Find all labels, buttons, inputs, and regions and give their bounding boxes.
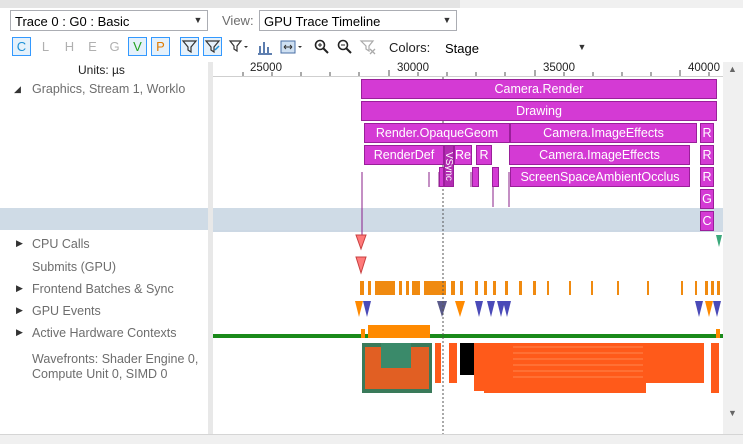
filter-label: E: [88, 39, 97, 54]
block-g[interactable]: G: [700, 189, 714, 209]
tab-strip-segment: [460, 0, 742, 8]
filter-button-p[interactable]: P: [151, 37, 170, 56]
scroll-down-icon[interactable]: ▼: [728, 408, 737, 418]
view-label: View:: [222, 13, 254, 28]
clear-selection-button[interactable]: [359, 38, 377, 56]
funnel-options-icon: [228, 40, 248, 53]
window-top-strip: [0, 0, 743, 8]
filter-button-e[interactable]: E: [83, 37, 102, 56]
wavefront-bars[interactable]: [362, 343, 719, 393]
submit-marker[interactable]: [355, 256, 367, 275]
block-renderdef[interactable]: RenderDef: [364, 145, 444, 165]
collapse-triangle-icon[interactable]: ◢: [14, 84, 21, 95]
cpu-call-marker[interactable]: [355, 234, 367, 251]
bar-chart-icon: [258, 42, 272, 55]
filter-label: P: [156, 39, 165, 54]
filter-button-g[interactable]: G: [105, 37, 124, 56]
block-re[interactable]: Re: [454, 145, 472, 165]
track-graphics-label[interactable]: Graphics, Stream 1, Worklo: [32, 82, 185, 96]
block-drawing[interactable]: Drawing: [361, 101, 717, 121]
hw-context-active[interactable]: [361, 329, 365, 338]
vertical-scrollbar[interactable]: ▲ ▼: [723, 62, 743, 434]
track-hw-contexts-label[interactable]: Active Hardware Contexts: [32, 326, 177, 340]
block-r[interactable]: R: [700, 145, 714, 165]
block-r[interactable]: R: [700, 123, 714, 143]
colors-label: Colors:: [389, 40, 431, 55]
zoom-out-icon: [337, 39, 352, 54]
units-label: Units: µs: [78, 63, 125, 77]
zoom-out-button[interactable]: [336, 38, 354, 56]
expand-triangle-icon[interactable]: ▶: [16, 238, 23, 249]
track-label-panel: Units: µs ◢ Graphics, Stream 1, Worklo ▶…: [0, 62, 208, 434]
funnel-icon: [181, 40, 198, 54]
zoom-in-button[interactable]: [313, 38, 331, 56]
block-render-opaque[interactable]: Render.OpaqueGeom: [364, 123, 510, 143]
time-ruler[interactable]: 25000 30000 35000 40000: [213, 62, 723, 77]
chevron-down-icon[interactable]: ▼: [438, 11, 456, 30]
chevron-down-icon[interactable]: ▼: [189, 11, 207, 30]
ruler-ticks-graphic: [242, 70, 710, 76]
colors-select[interactable]: Stage ▼: [440, 37, 592, 58]
funnel-edit-icon: [204, 40, 221, 54]
filter-button-l[interactable]: L: [36, 37, 55, 56]
hw-context-active[interactable]: [368, 325, 430, 338]
track-wavefronts-label[interactable]: Wavefronts: Shader Engine 0, Compute Uni…: [32, 352, 202, 382]
funnel-dropdown-button[interactable]: [228, 38, 250, 56]
filter-button-c[interactable]: C: [12, 37, 31, 56]
block-small[interactable]: [439, 167, 444, 187]
expand-triangle-icon[interactable]: ▶: [16, 327, 23, 338]
track-cpu-calls-label[interactable]: CPU Calls: [32, 237, 90, 251]
track-gpu-events-label[interactable]: GPU Events: [32, 304, 101, 318]
expand-triangle-icon[interactable]: ▶: [16, 283, 23, 294]
filter-label: C: [16, 39, 27, 54]
track-frontend-label[interactable]: Frontend Batches & Sync: [32, 282, 174, 296]
filter-button-h[interactable]: H: [60, 37, 79, 56]
scroll-up-icon[interactable]: ▲: [728, 64, 737, 74]
chart-button[interactable]: [256, 38, 274, 56]
tab-strip-segment[interactable]: [0, 0, 161, 8]
block-small[interactable]: [492, 167, 499, 187]
gpu-event-markers[interactable]: [355, 301, 721, 317]
block-camera-imageeffects[interactable]: Camera.ImageEffects: [509, 145, 690, 165]
block-c[interactable]: C: [700, 211, 714, 231]
hw-context-line: [213, 334, 723, 338]
frontend-batch-bars[interactable]: [360, 281, 720, 295]
block-camera-render[interactable]: Camera.Render: [361, 79, 717, 99]
filter-funnel-alt-button[interactable]: [203, 37, 222, 56]
block-ssao[interactable]: ScreenSpaceAmbientOcclus: [510, 167, 690, 187]
filter-label: L: [41, 39, 50, 54]
fit-width-icon: [280, 40, 302, 54]
colors-select-value: Stage: [445, 41, 479, 56]
block-r[interactable]: R: [700, 167, 714, 187]
timeline-canvas[interactable]: Camera.Render Drawing Render.OpaqueGeom …: [213, 77, 723, 434]
block-vsync[interactable]: VSync: [444, 145, 454, 187]
track-submits-label[interactable]: Submits (GPU): [32, 260, 116, 274]
filter-label: V: [133, 39, 142, 54]
trace-select-value: Trace 0 : G0 : Basic: [15, 14, 130, 29]
block-small[interactable]: [472, 167, 479, 187]
fit-dropdown-button[interactable]: [279, 38, 305, 56]
hw-context-active[interactable]: [716, 329, 720, 338]
expand-triangle-icon[interactable]: ▶: [16, 305, 23, 316]
clear-filter-icon: [359, 40, 376, 55]
filter-label: H: [64, 39, 75, 54]
chevron-down-icon[interactable]: ▼: [573, 38, 591, 57]
zoom-in-icon: [314, 39, 329, 54]
view-select-value: GPU Trace Timeline: [264, 14, 381, 29]
trace-select[interactable]: Trace 0 : G0 : Basic ▼: [10, 10, 208, 31]
cpu-call-marker[interactable]: [716, 235, 722, 247]
filter-label: G: [109, 39, 120, 54]
block-r[interactable]: R: [476, 145, 492, 165]
event-connector-lines: [361, 172, 510, 237]
filter-funnel-button[interactable]: [180, 37, 199, 56]
view-select[interactable]: GPU Trace Timeline ▼: [259, 10, 457, 31]
tab-strip-segment[interactable]: [160, 0, 461, 8]
filter-button-v[interactable]: V: [128, 37, 147, 56]
block-camera-imageeffects[interactable]: Camera.ImageEffects: [510, 123, 697, 143]
